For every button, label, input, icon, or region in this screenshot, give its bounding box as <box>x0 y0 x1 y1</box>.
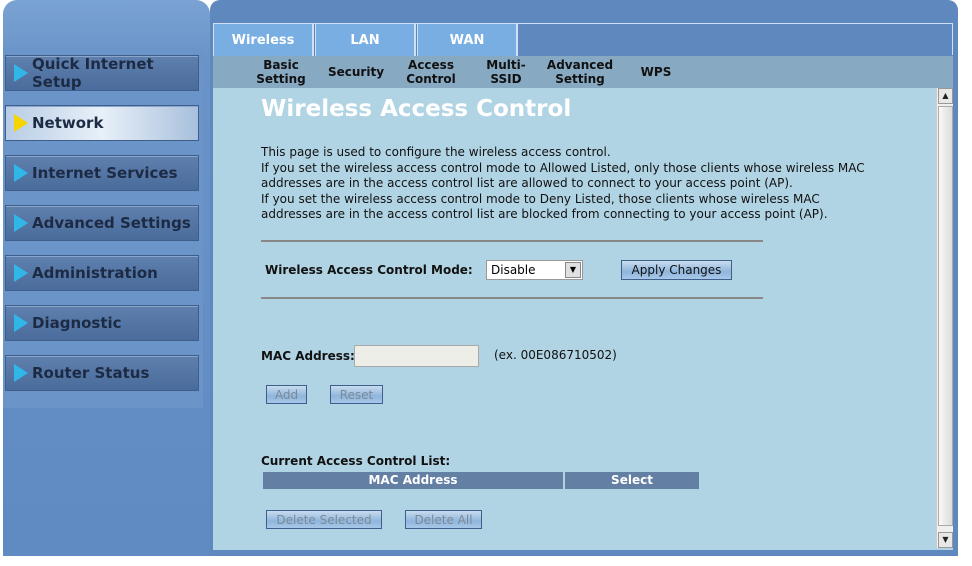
arrow-icon <box>14 164 28 182</box>
delete-all-button[interactable]: Delete All <box>405 510 482 529</box>
sidebar-item-router-status[interactable]: Router Status <box>5 355 199 391</box>
scroll-up-icon[interactable]: ▲ <box>938 88 953 104</box>
sidebar-item-internet-services[interactable]: Internet Services <box>5 155 199 191</box>
mac-address-label: MAC Address: <box>261 349 355 363</box>
arrow-icon <box>14 314 28 332</box>
sidebar-item-advanced-settings[interactable]: Advanced Settings <box>5 205 199 241</box>
sidebar-item-label: Advanced Settings <box>32 214 191 232</box>
sidebar-item-label: Administration <box>32 264 158 282</box>
sidebar-item-label: Diagnostic <box>32 314 122 332</box>
mac-example: (ex. 00E086710502) <box>494 348 617 362</box>
column-header-select: Select <box>565 472 699 489</box>
subtab-wps[interactable]: WPS <box>631 56 681 88</box>
scroll-down-icon[interactable]: ▼ <box>938 532 953 548</box>
subtab-security[interactable]: Security <box>328 56 384 88</box>
sidebar-item-label: Internet Services <box>32 164 178 182</box>
scrollbar-thumb[interactable] <box>938 106 953 526</box>
mac-address-input[interactable] <box>354 345 479 367</box>
chevron-down-icon[interactable]: ▼ <box>565 262 581 278</box>
list-label: Current Access Control List: <box>261 454 451 468</box>
column-header-mac-address: MAC Address <box>263 472 563 489</box>
tab-wan[interactable]: WAN <box>417 24 518 56</box>
arrow-icon <box>14 114 28 132</box>
page-title: Wireless Access Control <box>261 96 572 122</box>
description-line: If you set the wireless access control m… <box>261 160 865 191</box>
tab-bar: Wireless LAN WAN <box>213 23 953 56</box>
mode-select[interactable]: Disable ▼ <box>486 260 583 280</box>
sidebar-item-diagnostic[interactable]: Diagnostic <box>5 305 199 341</box>
main-panel: Wireless LAN WAN Basic Setting Security … <box>210 0 958 556</box>
reset-button[interactable]: Reset <box>330 385 383 404</box>
subtab-access-control[interactable]: Access Control <box>403 56 459 88</box>
tab-wireless[interactable]: Wireless <box>213 24 314 56</box>
mode-label: Wireless Access Control Mode: <box>265 263 473 277</box>
sidebar-item-label: Quick Internet Setup <box>32 55 154 91</box>
scrollbar[interactable]: ▲ ▼ <box>936 88 953 548</box>
sidebar-item-network[interactable]: Network <box>5 105 199 141</box>
arrow-icon <box>14 214 28 232</box>
description-line: This page is used to configure the wirel… <box>261 145 611 159</box>
sidebar-item-quick-internet-setup[interactable]: Quick Internet Setup <box>5 55 199 91</box>
subtab-multi-ssid[interactable]: Multi-SSID <box>473 56 539 88</box>
subtab-bar: Basic Setting Security Access Control Mu… <box>213 56 953 88</box>
sidebar-item-label: Router Status <box>32 364 150 382</box>
divider <box>261 240 763 242</box>
subtab-basic-setting[interactable]: Basic Setting <box>241 56 321 88</box>
description-line: If you set the wireless access control m… <box>261 191 828 222</box>
subtab-advanced-setting[interactable]: Advanced Setting <box>547 56 613 88</box>
content-area: Wireless Access Control This page is use… <box>213 88 953 550</box>
arrow-icon <box>14 364 28 382</box>
arrow-icon <box>14 64 28 82</box>
mode-select-value: Disable <box>491 263 536 277</box>
sidebar-item-administration[interactable]: Administration <box>5 255 199 291</box>
divider <box>261 297 763 299</box>
apply-changes-button[interactable]: Apply Changes <box>621 260 732 280</box>
sidebar-item-label: Network <box>32 114 104 132</box>
delete-selected-button[interactable]: Delete Selected <box>266 510 382 529</box>
tab-lan[interactable]: LAN <box>315 24 416 56</box>
arrow-icon <box>14 264 28 282</box>
page-description: This page is used to configure the wirel… <box>261 145 881 223</box>
add-button[interactable]: Add <box>266 385 307 404</box>
